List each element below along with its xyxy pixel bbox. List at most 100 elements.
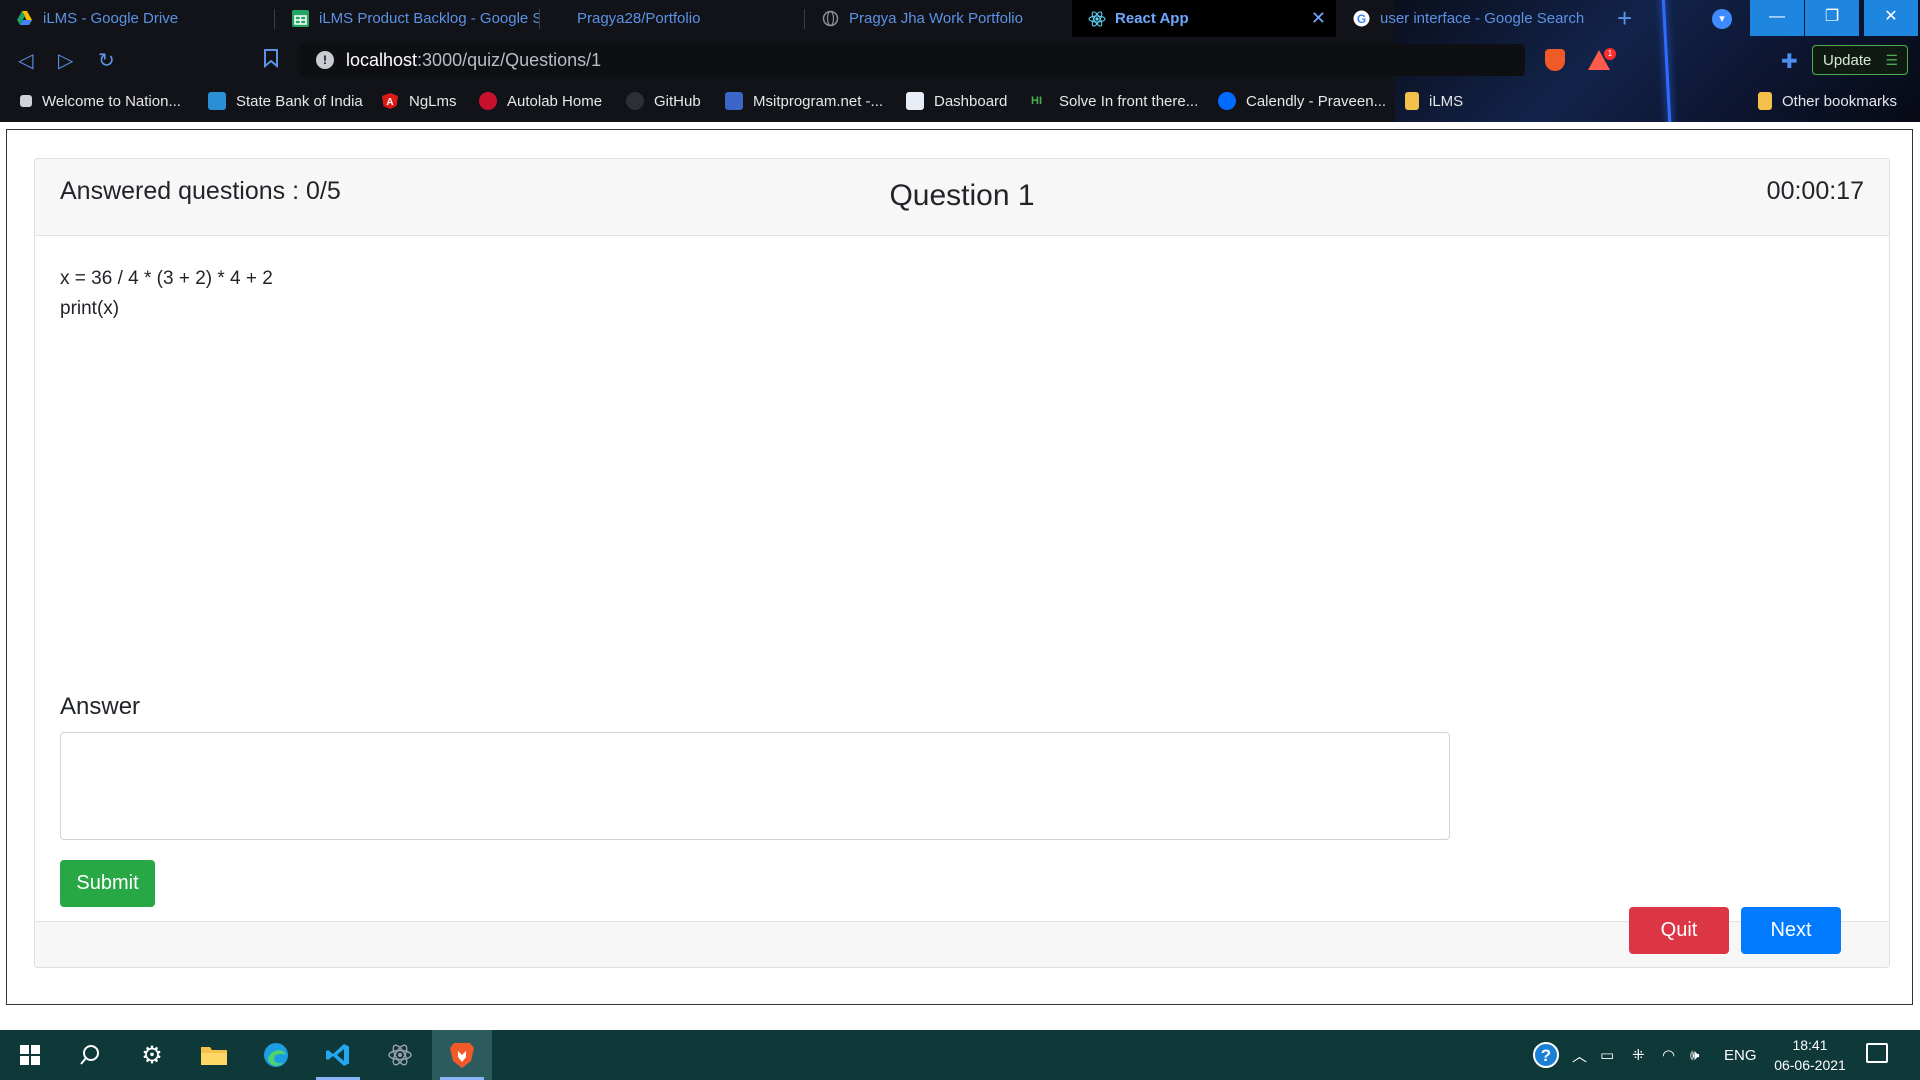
close-tab-icon[interactable]: ✕ — [1311, 8, 1326, 29]
reload-icon[interactable]: ↻ — [98, 48, 115, 73]
new-tab-button[interactable]: + — [1617, 4, 1632, 32]
taskbar-clock[interactable]: 18:41 06-06-2021 — [1765, 1035, 1855, 1075]
quiz-timer: 00:00:17 — [1766, 177, 1864, 205]
tab-label: React App — [1115, 10, 1189, 27]
bookmark-item[interactable]: A NgLms — [381, 90, 457, 112]
sbi-icon — [208, 92, 226, 110]
github-icon — [626, 92, 644, 110]
question-body: x = 36 / 4 * (3 + 2) * 4 + 2 print(x) — [60, 264, 273, 324]
gear-icon: ⚙ — [141, 1041, 163, 1069]
extensions-puzzle-icon[interactable]: ✚ — [1781, 49, 1798, 74]
help-tray-icon[interactable]: ? — [1532, 1030, 1560, 1080]
bookmark-item[interactable]: Dashboard — [906, 90, 1007, 112]
bookmark-item[interactable]: Autolab Home — [479, 90, 602, 112]
bookmark-item[interactable]: Calendly - Praveen... — [1218, 90, 1386, 112]
brave-browser-app[interactable] — [432, 1030, 492, 1080]
vscode-app[interactable] — [308, 1030, 368, 1080]
question-title: Question 1 — [889, 179, 1035, 212]
start-button[interactable] — [0, 1030, 60, 1080]
nation-icon — [20, 95, 32, 107]
folder-icon — [1758, 92, 1772, 110]
bookmark-label: Solve In front there... — [1059, 92, 1199, 110]
answer-input[interactable] — [60, 732, 1450, 840]
profile-menu-icon[interactable]: ▾ — [1712, 9, 1732, 29]
quiz-header: Answered questions : 0/5 Question 1 00:0… — [35, 159, 1889, 236]
bookmark-item[interactable]: Welcome to Nation... — [20, 90, 181, 112]
atom-icon — [388, 1044, 412, 1066]
clock-time: 18:41 — [1792, 1037, 1828, 1053]
quiz-footer — [35, 921, 1889, 967]
bookmark-item[interactable]: State Bank of India — [208, 90, 363, 112]
update-button[interactable]: Update ☰ — [1812, 45, 1908, 75]
msit-icon — [725, 92, 743, 110]
tab-work-portfolio[interactable]: Pragya Jha Work Portfolio — [806, 0, 1071, 37]
bookmark-label: NgLms — [409, 92, 457, 110]
react-icon — [1088, 10, 1106, 27]
tab-react-app[interactable]: React App ✕ — [1072, 0, 1336, 37]
angular-icon: A — [381, 92, 399, 110]
network-adapter-icon[interactable]: ⁜ — [1632, 1030, 1645, 1080]
google-icon: G — [1353, 10, 1370, 27]
update-label: Update — [1823, 51, 1872, 69]
windows-taskbar: ⚙ ? ︿ ▭ ⁜ ◠ 🕪 ENG 18:41 06-06-2021 — [0, 1030, 1920, 1080]
notification-center-icon[interactable] — [1866, 1043, 1888, 1063]
search-button[interactable] — [60, 1030, 120, 1080]
solve-icon: HI — [1031, 95, 1042, 107]
bookmark-item[interactable]: HI Solve In front there... — [1031, 90, 1198, 112]
settings-app[interactable]: ⚙ — [122, 1030, 182, 1080]
tab-strip: iLMS - Google Drive iLMS Product Backlog… — [0, 0, 1920, 37]
other-bookmarks[interactable]: Other bookmarks — [1758, 90, 1897, 112]
bookmark-label: Autolab Home — [507, 92, 603, 110]
vscode-icon — [326, 1044, 349, 1066]
minimize-window-button[interactable]: — — [1750, 0, 1804, 36]
restore-window-button[interactable]: ❐ — [1805, 0, 1859, 36]
page-viewport: Answered questions : 0/5 Question 1 00:0… — [6, 129, 1913, 1005]
url-text: localhost:3000/quiz/Questions/1 — [346, 49, 602, 70]
dashboard-icon — [906, 92, 924, 110]
tab-product-backlog[interactable]: iLMS Product Backlog - Google S — [276, 0, 540, 37]
back-arrow-icon[interactable]: ◁ — [18, 48, 33, 73]
submit-button[interactable]: Submit — [60, 860, 155, 907]
site-info-icon[interactable]: ! — [316, 51, 334, 69]
svg-text:G: G — [1357, 12, 1366, 26]
tab-label: iLMS - Google Drive — [43, 10, 179, 27]
edge-app[interactable] — [246, 1030, 306, 1080]
brave-shields-icon[interactable] — [1545, 49, 1565, 71]
calendly-icon — [1218, 92, 1236, 110]
rewards-badge: 1 — [1604, 48, 1616, 60]
address-bar[interactable]: ! localhost:3000/quiz/Questions/1 — [300, 44, 1525, 76]
volume-icon[interactable]: 🕪 — [1690, 1030, 1699, 1080]
quit-button[interactable]: Quit — [1629, 907, 1729, 954]
tab-label: iLMS Product Backlog - Google S — [319, 10, 540, 27]
bookmark-page-icon[interactable] — [263, 48, 279, 74]
next-button[interactable]: Next — [1741, 907, 1841, 954]
forward-arrow-icon[interactable]: ▷ — [58, 48, 73, 73]
close-window-button[interactable]: ✕ — [1864, 0, 1918, 36]
bookmark-item[interactable]: iLMS — [1405, 90, 1463, 112]
clock-date: 06-06-2021 — [1774, 1057, 1846, 1073]
bookmark-item[interactable]: Msitprogram.net -... — [725, 90, 883, 112]
help-icon: ? — [1533, 1042, 1559, 1068]
svg-text:A: A — [386, 97, 393, 108]
other-bookmarks-label: Other bookmarks — [1782, 92, 1898, 110]
tab-label: user interface - Google Search — [1380, 10, 1585, 27]
bookmark-label: GitHub — [654, 92, 701, 110]
answer-label: Answer — [60, 693, 141, 720]
language-indicator[interactable]: ENG — [1724, 1030, 1757, 1080]
tab-google-drive[interactable]: iLMS - Google Drive — [0, 0, 275, 37]
brave-icon — [450, 1043, 474, 1068]
tab-label: Pragya28/Portfolio — [577, 10, 701, 27]
tab-portfolio-repo[interactable]: Pragya28/Portfolio — [541, 0, 805, 37]
google-sheets-icon — [292, 10, 309, 27]
show-hidden-icons[interactable]: ︿ — [1572, 1030, 1587, 1080]
wifi-icon[interactable]: ◠ — [1662, 1030, 1675, 1080]
bookmark-item[interactable]: GitHub — [626, 90, 701, 112]
autolab-icon — [479, 92, 497, 110]
question-line: x = 36 / 4 * (3 + 2) * 4 + 2 — [60, 268, 273, 289]
tab-google-search[interactable]: G user interface - Google Search — [1337, 0, 1602, 37]
file-explorer-app[interactable] — [184, 1030, 244, 1080]
windows-logo-icon — [20, 1045, 40, 1065]
battery-icon[interactable]: ▭ — [1600, 1030, 1614, 1080]
react-devtools-app[interactable] — [370, 1030, 430, 1080]
search-icon — [80, 1045, 99, 1065]
